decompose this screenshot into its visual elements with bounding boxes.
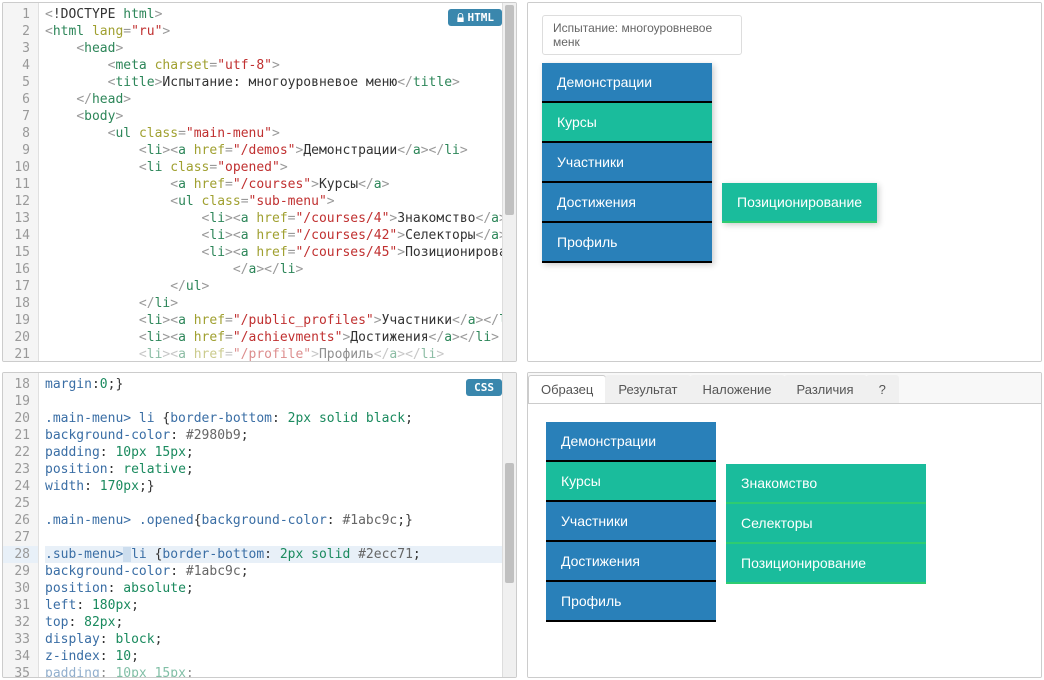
html-gutter: 123456789101112131415161718192021 xyxy=(3,3,39,361)
scrollbar-vertical[interactable] xyxy=(502,373,516,677)
menu-item[interactable]: Участники xyxy=(542,143,712,183)
preview-title-bar: Испытание: многоуровневое менк xyxy=(542,15,742,55)
tabbar: ОбразецРезультатНаложениеРазличия? xyxy=(528,373,1041,404)
tab-различия[interactable]: Различия xyxy=(784,375,867,403)
css-gutter: 181920212223242526272829303132333435 xyxy=(3,373,39,677)
tab-образец[interactable]: Образец xyxy=(528,375,606,403)
menu-item[interactable]: Демонстрации xyxy=(542,63,712,103)
menu-item[interactable]: Курсы xyxy=(542,103,712,143)
lock-icon xyxy=(456,13,465,22)
menu-item[interactable]: Профиль xyxy=(542,223,712,263)
reference-menu-item: Участники xyxy=(546,502,716,542)
scrollbar-vertical[interactable] xyxy=(502,3,516,361)
reference-menu-item: Профиль xyxy=(546,582,716,622)
reference-menu-item: Достижения xyxy=(546,542,716,582)
reference-menu: ДемонстрацииКурсыУчастникиДостиженияПроф… xyxy=(546,422,716,622)
html-editor-panel: HTML 123456789101112131415161718192021 <… xyxy=(2,2,517,362)
tab-?[interactable]: ? xyxy=(866,375,899,403)
tab-результат[interactable]: Результат xyxy=(605,375,690,403)
html-badge: HTML xyxy=(448,9,503,26)
css-badge-label: CSS xyxy=(474,381,494,394)
reference-submenu-item: Селекторы xyxy=(726,504,926,544)
html-badge-label: HTML xyxy=(468,11,495,24)
css-editor-panel: CSS 181920212223242526272829303132333435… xyxy=(2,372,517,678)
preview-panel: Испытание: многоуровневое менк Демонстра… xyxy=(527,2,1042,362)
css-code[interactable]: margin:0;} .main-menu> li {border-bottom… xyxy=(39,373,516,677)
reference-menu-item: Демонстрации xyxy=(546,422,716,462)
reference-submenu-item: Знакомство xyxy=(726,464,926,504)
css-badge: CSS xyxy=(466,379,502,396)
reference-submenu-item: Позиционирование xyxy=(726,544,926,584)
menu-item[interactable]: ДостиженияПозиционирование xyxy=(542,183,712,223)
reference-panel: ОбразецРезультатНаложениеРазличия? Демон… xyxy=(527,372,1042,678)
tab-наложение[interactable]: Наложение xyxy=(690,375,785,403)
html-code[interactable]: <!DOCTYPE html> <html lang="ru"> <head> … xyxy=(39,3,516,361)
reference-menu-item: Курсы xyxy=(546,462,716,502)
submenu-item[interactable]: Позиционирование xyxy=(722,183,877,223)
preview-menu: ДемонстрацииКурсыУчастникиДостиженияПози… xyxy=(542,63,712,263)
